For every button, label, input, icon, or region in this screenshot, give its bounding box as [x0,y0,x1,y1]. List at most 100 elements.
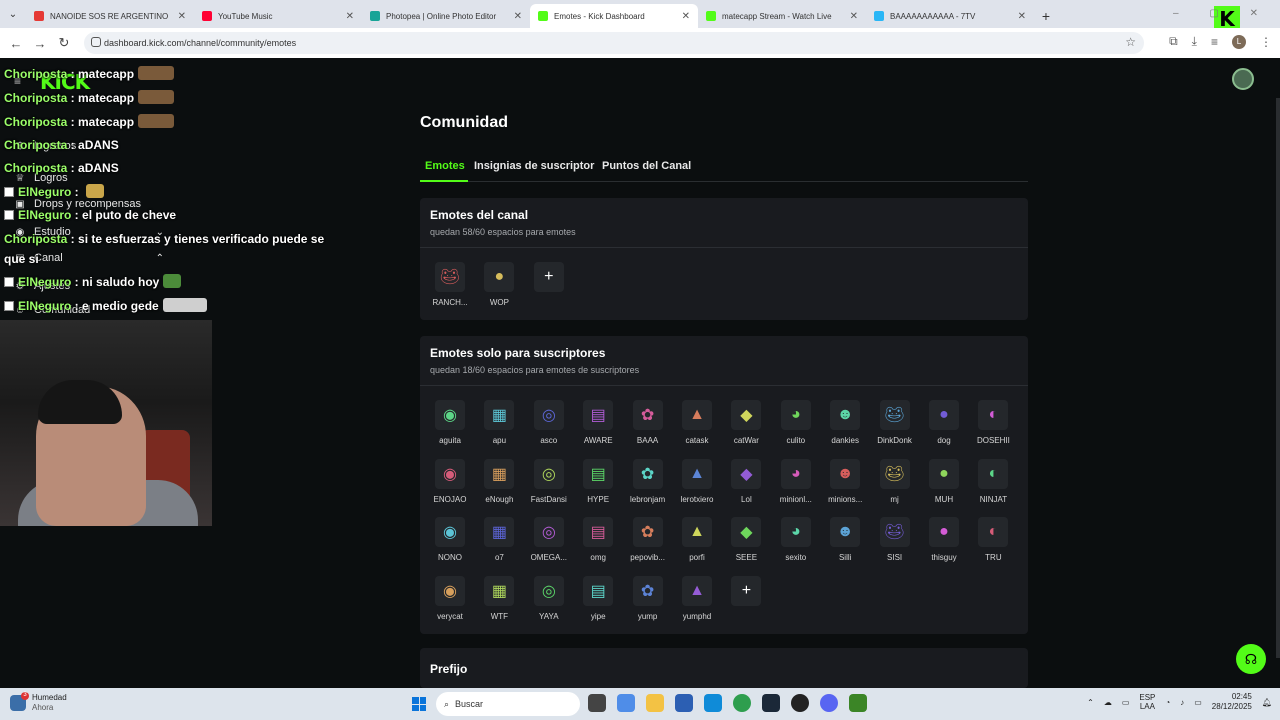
emote-tile[interactable]: ◐ TRU [971,517,1015,562]
volume-icon[interactable]: ♪ [1180,698,1184,707]
emote-tile[interactable]: ◆ Lol [724,458,768,504]
close-tab-icon[interactable]: ✕ [1018,11,1026,22]
tab-subscriber-badges[interactable]: Insignias de suscriptor [474,160,594,172]
edge-icon[interactable] [704,694,722,712]
emote-tile[interactable]: ▦ apu [477,400,521,445]
emote-tile[interactable]: ☻ minions... [823,458,867,504]
taskbar-search[interactable]: ⌕ Buscar [436,692,580,716]
emote-tile[interactable]: 🐸︎ RANCH... [428,262,472,307]
wifi-icon[interactable]: ◔ [1165,698,1170,707]
user-avatar[interactable] [1232,68,1254,90]
task-view-icon[interactable] [588,694,606,712]
add-emote-button[interactable]: + [731,576,762,607]
emote-tile[interactable]: ✿ pepovib... [626,517,670,562]
media-icon[interactable]: ≡ [1211,35,1218,49]
clock[interactable]: 02:45 28/12/2025 [1212,692,1252,712]
browser-tab[interactable]: YouTube Music ✕ [194,4,362,28]
page-scrollbar[interactable] [1276,98,1280,658]
forward-icon[interactable]: → [28,36,52,51]
back-icon[interactable]: ← [4,36,28,51]
add-emote-button[interactable]: + [533,262,564,292]
emote-tile[interactable]: ● MUH [922,458,966,504]
emote-tile[interactable]: ◉ ENOJAO [428,458,472,504]
emote-tile[interactable]: ▦ WTF [477,576,521,621]
tab-channel-points[interactable]: Puntos del Canal [602,160,691,172]
emote-tile[interactable]: ✿ lebronjam [626,458,670,504]
emote-tile[interactable]: ▤ AWARE [576,400,620,445]
emote-tile[interactable]: 🐸︎ mj [873,458,917,504]
close-tab-icon[interactable]: ✕ [514,11,522,22]
new-tab-button[interactable]: + [1034,4,1058,28]
download-icon[interactable]: ⤓ [1192,34,1197,49]
emote-tile[interactable]: ▲ lerotxiero [675,458,719,504]
emote-tile[interactable]: ● WOP [477,262,521,307]
tab-emotes[interactable]: Emotes [425,160,465,172]
close-tab-icon[interactable]: ✕ [850,11,858,22]
notifications-icon[interactable]: 🔔︎ [1262,698,1272,707]
windows-start-icon[interactable] [412,697,426,711]
battery-icon[interactable]: ▭ [1194,698,1202,707]
address-bar[interactable]: dashboard.kick.com/channel/community/emo… [84,32,1144,54]
emote-tile[interactable]: ◐ NINJAT [971,458,1015,504]
emote-tile[interactable]: ◕ culito [774,400,818,445]
bookmark-star-icon[interactable]: ☆ [1125,35,1136,49]
emote-tile[interactable]: ▲ porfi [675,517,719,562]
emote-tile[interactable]: ▲ yumphd [675,576,719,621]
tab-search-button[interactable]: ⌄ [0,0,26,28]
emote-tile[interactable]: 🐸︎ SISI [873,517,917,562]
obs-icon[interactable] [791,694,809,712]
emote-tile[interactable]: ☻ dankies [823,400,867,445]
copilot-icon[interactable] [617,694,635,712]
emote-tile[interactable]: 🐸︎ DinkDonk [873,400,917,445]
chrome-icon[interactable] [733,694,751,712]
browser-tab[interactable]: matecapp Stream - Watch Live ✕ [698,4,866,28]
support-headset-icon[interactable]: ☊ [1236,644,1266,674]
emote-tile[interactable]: ◎ OMEGA... [527,517,571,562]
emote-tile[interactable]: ✿ BAAA [626,400,670,445]
site-info-icon[interactable] [91,37,101,47]
emote-tile[interactable]: ▲ catask [675,400,719,445]
emote-tile[interactable]: ◉ NONO [428,517,472,562]
emote-tile[interactable]: ◕ minionl... [774,458,818,504]
discord-icon[interactable] [820,694,838,712]
emote-tile[interactable]: ✿ yump [626,576,670,621]
emote-tile[interactable]: ◉ verycat [428,576,472,621]
browser-tab[interactable]: BAAAAAAAAAAA - 7TV ✕ [866,4,1034,28]
close-tab-icon[interactable]: ✕ [178,11,186,22]
emote-tile[interactable]: ☻ Silli [823,517,867,562]
window-controls[interactable]: – ▢ ✕ [1173,8,1272,19]
weather-widget[interactable]: 3 Humedad Ahora [10,692,67,713]
emote-tile[interactable]: ▦ eNough [477,458,521,504]
steam-icon[interactable] [762,694,780,712]
emote-tile[interactable]: ▦ o7 [477,517,521,562]
emote-tile[interactable]: ◐ DOSEHII [971,400,1015,445]
tray-cloud-icon[interactable]: ☁ [1104,698,1112,707]
browser-tab[interactable]: NANOIDE SOS RE ARGENTINO ✕ [26,4,194,28]
emote-tile[interactable]: ▤ omg [576,517,620,562]
profile-avatar[interactable]: L [1232,34,1246,49]
emote-tile[interactable]: ◎ asco [527,400,571,445]
emote-tile[interactable]: ◆ SEEE [724,517,768,562]
emote-tile[interactable]: ● thisguy [922,517,966,562]
emote-tile[interactable]: ▤ HYPE [576,458,620,504]
emote-tile[interactable]: ▤ yipe [576,576,620,621]
file-explorer-icon[interactable] [646,694,664,712]
reload-icon[interactable]: ↻ [52,35,76,51]
extensions-icon[interactable]: ⧉ [1169,34,1178,49]
close-tab-icon[interactable]: ✕ [682,11,690,22]
minecraft-icon[interactable] [849,694,867,712]
close-tab-icon[interactable]: ✕ [346,11,354,22]
tray-app-icon[interactable]: ▭ [1122,698,1130,707]
emote-tile[interactable]: ◕ sexito [774,517,818,562]
tray-chevron-icon[interactable]: ⌃ [1087,698,1094,707]
emote-tile[interactable]: ◎ YAYA [527,576,571,621]
menu-kebab-icon[interactable]: ⋮ [1260,35,1272,49]
language-indicator[interactable]: ESP LAA [1139,693,1155,711]
emote-tile[interactable]: ● dog [922,400,966,445]
emote-tile[interactable]: ◆ catWar [724,400,768,445]
emote-tile[interactable]: ◎ FastDansi [527,458,571,504]
browser-tab[interactable]: Photopea | Online Photo Editor ✕ [362,4,530,28]
store-icon[interactable] [675,694,693,712]
emote-tile[interactable]: ◉ aguita [428,400,472,445]
browser-tab[interactable]: Emotes - Kick Dashboard ✕ [530,4,698,28]
